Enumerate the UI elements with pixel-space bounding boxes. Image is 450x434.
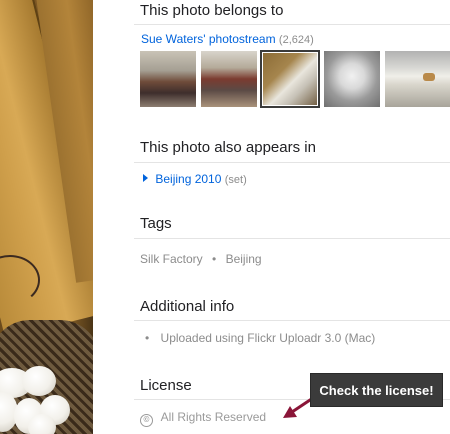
tag-beijing[interactable]: Beijing bbox=[226, 252, 262, 266]
info-bullet: • bbox=[145, 331, 150, 345]
set-item[interactable]: Beijing 2010 (set) bbox=[143, 172, 247, 186]
thumbnail-clothing-racks[interactable] bbox=[201, 51, 257, 107]
upload-info-text: Uploaded using Flickr Uploadr 3.0 (Mac) bbox=[160, 331, 376, 345]
divider bbox=[134, 162, 450, 163]
set-link[interactable]: Beijing 2010 bbox=[155, 172, 221, 186]
tags-list: Silk Factory • Beijing bbox=[140, 252, 262, 266]
thumbnail-store-interior[interactable] bbox=[140, 51, 196, 107]
appears-in-heading: This photo also appears in bbox=[140, 139, 316, 156]
additional-info-heading: Additional info bbox=[140, 298, 235, 315]
photostream-thumbnails bbox=[140, 50, 450, 110]
divider bbox=[134, 24, 450, 25]
photostream-link-label[interactable]: Sue Waters' photostream bbox=[141, 32, 276, 46]
thumbnail-display-case[interactable] bbox=[385, 51, 450, 107]
main-photo[interactable] bbox=[0, 0, 93, 434]
photostream-link[interactable]: Sue Waters' photostream (2,624) bbox=[141, 32, 314, 46]
expand-triangle-icon[interactable] bbox=[143, 174, 148, 182]
photo-sidebar: This photo belongs to Sue Waters' photos… bbox=[93, 0, 450, 434]
tag-silk-factory[interactable]: Silk Factory bbox=[140, 252, 203, 266]
license-text[interactable]: All Rights Reserved bbox=[161, 410, 266, 424]
divider bbox=[134, 320, 450, 321]
belongs-heading: This photo belongs to bbox=[140, 2, 284, 19]
divider bbox=[134, 238, 450, 239]
callout-text: Check the license! bbox=[319, 382, 434, 398]
set-type-label: (set) bbox=[224, 174, 247, 186]
upload-info: • Uploaded using Flickr Uploadr 3.0 (Mac… bbox=[145, 331, 375, 345]
photo-cocoon bbox=[22, 366, 56, 396]
photostream-count: (2,624) bbox=[278, 34, 314, 46]
tags-heading: Tags bbox=[140, 215, 172, 232]
thumbnail-cocoon-closeup[interactable] bbox=[324, 51, 380, 107]
thumbnail-silk-cocoons[interactable] bbox=[260, 50, 320, 108]
copyright-icon: © bbox=[140, 414, 153, 427]
photo-cocoon bbox=[28, 414, 56, 434]
display-case-item bbox=[423, 73, 435, 81]
license-callout: Check the license! bbox=[310, 373, 443, 407]
license-heading: License bbox=[140, 377, 192, 394]
tag-separator: • bbox=[212, 252, 217, 266]
license-info: © All Rights Reserved bbox=[140, 410, 266, 427]
